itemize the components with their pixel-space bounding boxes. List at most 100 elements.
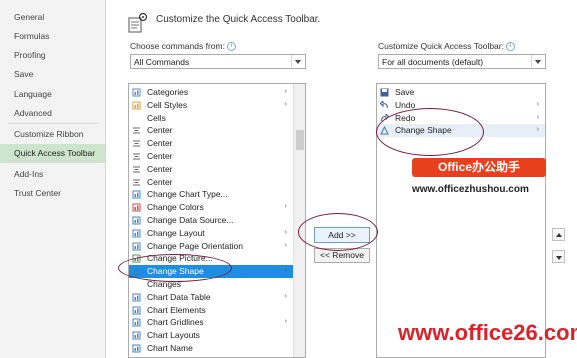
nav-item-advanced[interactable]: Advanced	[0, 104, 105, 123]
choose-commands-label: Choose commands from: i	[130, 41, 236, 52]
info-icon: i	[505, 42, 515, 52]
center-icon	[132, 126, 141, 135]
command-list-item[interactable]: Center	[129, 150, 293, 163]
nav-item-add-ins[interactable]: Add-Ins	[0, 165, 105, 184]
submenu-arrow-icon: ›	[536, 113, 539, 121]
command-list-item[interactable]: Change Colors ›	[129, 201, 293, 214]
list-item-label: Chart Elements	[147, 304, 206, 315]
highlight-ring	[298, 213, 378, 251]
submenu-arrow-icon: ›	[284, 241, 287, 249]
gridlines-icon	[132, 318, 141, 327]
submenu-arrow-icon: ›	[284, 267, 287, 275]
watermark-url: www.officezhushou.com	[412, 184, 529, 195]
center-icon	[132, 139, 141, 148]
command-list-item[interactable]: Chart Name	[129, 342, 293, 355]
list-item-label: Center	[147, 163, 173, 174]
command-list-item[interactable]: Center	[129, 137, 293, 150]
cell-styles-icon	[132, 101, 141, 110]
data-table-icon	[132, 293, 141, 302]
command-list-item[interactable]: Center	[129, 124, 293, 137]
center-icon	[132, 152, 141, 161]
watermark-url-large: www.office26.com	[398, 320, 577, 345]
list-item-label: Change Layout	[147, 227, 205, 238]
list-item-label: Chart Name	[147, 343, 193, 353]
command-list-item[interactable]: Change Layout ›	[129, 227, 293, 240]
choose-commands-value: All Commands	[134, 57, 190, 67]
scrollbar-thumb[interactable]	[296, 130, 304, 150]
customize-qat-value: For all documents (default)	[382, 57, 484, 67]
submenu-arrow-icon: ›	[536, 100, 539, 108]
save-icon	[380, 88, 389, 97]
list-item-label: Change Page Orientation	[147, 240, 243, 251]
list-item-label: Change Chart Type...	[147, 189, 228, 200]
data-source-icon	[132, 216, 141, 225]
list-item-label: Change Colors	[147, 202, 204, 213]
command-list-item[interactable]: Chart Data Table ›	[129, 291, 293, 304]
chevron-down-icon	[531, 55, 545, 68]
command-list-item[interactable]: Change Data Source...	[129, 214, 293, 227]
qat-settings-icon	[128, 12, 148, 33]
submenu-arrow-icon: ›	[536, 126, 539, 134]
submenu-arrow-icon: ›	[284, 100, 287, 108]
list-item-label: Center	[147, 176, 173, 187]
info-icon: i	[226, 42, 236, 52]
command-list-item[interactable]: Center	[129, 163, 293, 176]
submenu-arrow-icon: ›	[284, 228, 287, 236]
chart-elements-icon	[132, 306, 141, 315]
list-item-label: Center	[147, 138, 173, 149]
page-title: Customize the Quick Access Toolbar.	[156, 14, 321, 25]
list-item-label: Change Data Source...	[147, 215, 234, 225]
nav-divider	[8, 123, 98, 124]
list-item-label: Chart Gridlines	[147, 317, 204, 328]
customize-qat-label: Customize Quick Access Toolbar: i	[378, 41, 515, 52]
options-nav: General Formulas Proofing Save Language Advan…	[0, 0, 106, 358]
command-list-item[interactable]: Categories ›	[129, 86, 293, 99]
highlight-ring	[376, 108, 484, 156]
list-item-label: Save	[395, 87, 415, 97]
customize-qat-dropdown[interactable]: For all documents (default)	[378, 54, 546, 69]
command-list-item[interactable]: Chart Elements	[129, 304, 293, 317]
commands-list[interactable]: Categories › Cell Styles › Cells Center Center…	[128, 83, 306, 358]
qat-list-item[interactable]: Undo ›	[377, 99, 545, 112]
command-list-item[interactable]: Cells	[129, 112, 293, 125]
command-list-item[interactable]: Cell Styles ›	[129, 99, 293, 112]
nav-item-general[interactable]: General	[0, 8, 105, 27]
submenu-arrow-icon: ›	[284, 203, 287, 211]
list-item-label: Center	[147, 125, 173, 136]
list-item-label: Cells	[147, 112, 166, 123]
submenu-arrow-icon: ›	[284, 318, 287, 326]
command-list-item[interactable]: Chart Gridlines ›	[129, 316, 293, 329]
chart-name-icon	[132, 344, 141, 353]
command-list-item[interactable]: Change Chart Type...	[129, 188, 293, 201]
nav-divider	[8, 160, 98, 161]
categories-icon	[132, 88, 141, 97]
nav-item-customize-ribbon[interactable]: Customize Ribbon	[0, 125, 105, 144]
move-down-button[interactable]	[552, 250, 565, 263]
list-item-label: Center	[147, 151, 173, 161]
layout-icon	[132, 229, 141, 238]
orientation-icon	[132, 242, 141, 251]
nav-item-formulas[interactable]: Formulas	[0, 27, 105, 46]
move-up-button[interactable]	[552, 228, 565, 241]
list-item-label: Categories	[147, 87, 189, 97]
submenu-arrow-icon: ›	[284, 292, 287, 300]
list-item-label: Chart Layouts	[147, 330, 200, 341]
colors-icon	[132, 203, 141, 212]
chevron-down-icon	[291, 55, 305, 68]
center-icon	[132, 178, 141, 187]
watermark-badge: Office办公助手	[412, 158, 546, 177]
highlight-ring	[118, 254, 232, 282]
nav-item-save[interactable]: Save	[0, 65, 105, 84]
command-list-item[interactable]: Center	[129, 176, 293, 189]
submenu-arrow-icon: ›	[284, 88, 287, 95]
chart-layouts-icon	[132, 331, 141, 340]
undo-icon	[379, 99, 389, 110]
qat-list-item[interactable]: Save	[377, 86, 545, 99]
command-list-item[interactable]: Chart Layouts	[129, 329, 293, 342]
list-item-label: Chart Data Table	[147, 291, 211, 302]
nav-item-trust-center[interactable]: Trust Center	[0, 184, 105, 203]
nav-item-language[interactable]: Language	[0, 85, 105, 104]
nav-item-proofing[interactable]: Proofing	[0, 46, 105, 65]
command-list-item[interactable]: Change Page Orientation ›	[129, 240, 293, 253]
choose-commands-dropdown[interactable]: All Commands	[130, 54, 306, 69]
